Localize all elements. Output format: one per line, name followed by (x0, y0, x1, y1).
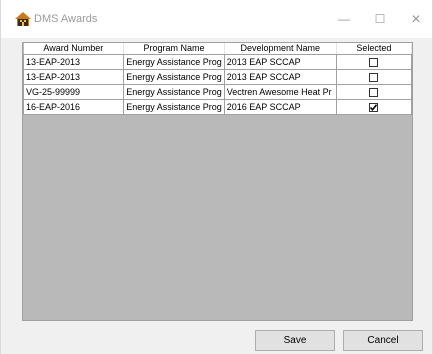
development-name-cell[interactable]: Vectren Awesome Heat Pr (223, 84, 337, 100)
selected-cell[interactable] (335, 99, 413, 115)
development-name-cell[interactable]: 2013 EAP SCCAP (223, 54, 337, 70)
selected-cell[interactable] (335, 69, 413, 85)
title-bar[interactable]: DMS Awards — ☐ ✕ (1, 0, 432, 38)
selected-checkbox[interactable] (369, 88, 379, 98)
selected-checkbox[interactable] (369, 103, 379, 113)
development-name-cell[interactable]: 2013 EAP SCCAP (223, 69, 337, 85)
program-name-cell[interactable]: Energy Assistance Prog (123, 69, 225, 85)
program-name-cell[interactable]: Energy Assistance Prog (123, 84, 225, 100)
table-row[interactable]: 13-EAP-2013 Energy Assistance Prog 2013 … (22, 69, 413, 85)
table-row[interactable]: VG-25-99999 Energy Assistance Prog Vectr… (22, 84, 413, 100)
minimize-button[interactable]: — (333, 9, 355, 29)
award-number-cell[interactable]: VG-25-99999 (22, 84, 125, 100)
program-name-cell[interactable]: Energy Assistance Prog (123, 54, 225, 70)
column-header-program-name[interactable]: Program Name (123, 43, 225, 55)
program-name-cell[interactable]: Energy Assistance Prog (123, 99, 225, 115)
dms-awards-window: DMS Awards — ☐ ✕ Award Number Program Na… (0, 0, 433, 354)
awards-grid[interactable]: Award Number Program Name Development Na… (22, 42, 413, 321)
development-name-cell[interactable]: 2016 EAP SCCAP (223, 99, 337, 115)
table-row[interactable]: 16-EAP-2016 Energy Assistance Prog 2016 … (22, 99, 413, 115)
save-button[interactable]: Save (255, 330, 335, 351)
checkmark-icon (370, 104, 378, 112)
maximize-button[interactable]: ☐ (369, 9, 391, 29)
selected-cell[interactable] (335, 54, 413, 70)
app-house-icon (15, 12, 31, 26)
award-number-cell[interactable]: 13-EAP-2013 (22, 54, 125, 70)
awards-table: Award Number Program Name Development Na… (22, 43, 413, 115)
column-header-development-name[interactable]: Development Name (224, 43, 337, 55)
close-button[interactable]: ✕ (405, 9, 427, 29)
table-row[interactable]: 13-EAP-2013 Energy Assistance Prog 2013 … (22, 54, 413, 70)
column-header-selected[interactable]: Selected (336, 43, 413, 55)
award-number-cell[interactable]: 13-EAP-2013 (22, 69, 125, 85)
cancel-button[interactable]: Cancel (343, 330, 423, 351)
column-header-award-number[interactable]: Award Number (23, 43, 125, 55)
window-title: DMS Awards (34, 13, 98, 25)
header-row: Award Number Program Name Development Na… (23, 43, 413, 55)
selected-checkbox[interactable] (369, 58, 379, 68)
award-number-cell[interactable]: 16-EAP-2016 (22, 99, 125, 115)
selected-cell[interactable] (335, 84, 413, 100)
selected-checkbox[interactable] (369, 73, 379, 83)
